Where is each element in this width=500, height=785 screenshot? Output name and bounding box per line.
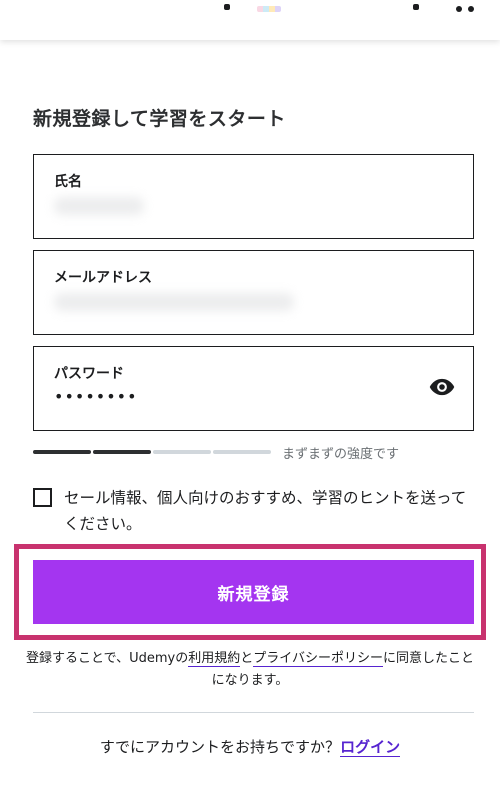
name-field-value [54,197,144,215]
header-icon-partial [413,4,419,10]
name-field-label: 氏名 [54,174,82,190]
email-field-value [54,293,294,311]
email-field-label: メールアドレス [54,270,152,286]
page-title: 新規登録して学習をスタート [33,108,286,130]
strength-segment [213,450,271,454]
header-icon-partial [224,4,230,10]
password-strength-meter: まずまずの強度です [33,443,474,463]
terms-middle: と [240,651,254,666]
terms-notice: 登録することで、Udemyの利用規約とプライバシーポリシーに同意したことになりま… [20,648,480,692]
logo [257,6,281,12]
divider [33,712,474,713]
password-field[interactable]: パスワード •••••••• [33,346,474,431]
terms-of-use-link[interactable]: 利用規約 [188,651,241,667]
strength-text: まずまずの強度です [282,447,400,462]
login-link[interactable]: ログイン [340,738,401,757]
marketing-checkbox-label: セール情報、個人向けのおすすめ、学習のヒントを送ってください。 [64,489,467,533]
password-field-value: •••••••• [54,387,138,406]
terms-prefix: 登録することで、Udemyの [25,651,189,666]
signup-button[interactable]: 新規登録 [33,560,474,624]
top-header-bar [0,0,500,40]
strength-segment [93,450,151,454]
strength-segment [153,450,211,454]
login-prompt-row: すでにアカウントをお持ちですか？ログイン [0,736,500,757]
login-prompt: すでにアカウントをお持ちですか？ [99,738,341,756]
email-field[interactable]: メールアドレス [33,250,474,335]
marketing-checkbox[interactable] [33,488,52,507]
eye-icon[interactable] [427,373,457,401]
name-field[interactable]: 氏名 [33,154,474,239]
privacy-policy-link[interactable]: プライバシーポリシー [253,651,383,667]
menu-icon[interactable] [456,6,474,12]
password-field-label: パスワード [54,366,124,382]
strength-segment [33,450,91,454]
